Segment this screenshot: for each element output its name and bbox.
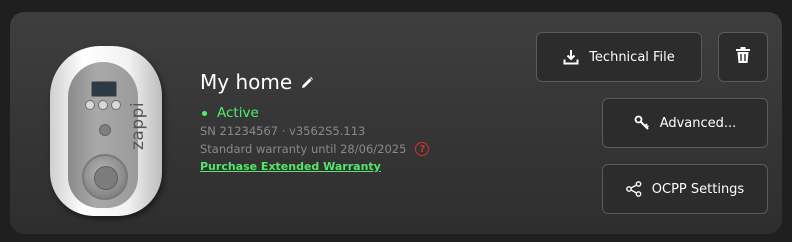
charger-buttons: [85, 100, 121, 112]
delete-button[interactable]: [718, 32, 768, 82]
status-dot: [202, 110, 207, 116]
warranty-row: Standard warranty until 28/06/2025 ?: [200, 142, 430, 156]
advanced-button[interactable]: Advanced...: [602, 98, 768, 148]
device-name: My home: [200, 70, 293, 94]
key-icon: [634, 115, 650, 131]
device-title-row: My home: [200, 70, 314, 94]
pencil-icon[interactable]: [300, 75, 314, 89]
share-nodes-icon: [625, 181, 642, 197]
download-icon: [563, 49, 579, 65]
charger-button: [111, 100, 121, 110]
status-text: Active: [217, 105, 259, 121]
purchase-warranty-link[interactable]: Purchase Extended Warranty: [200, 160, 381, 173]
charger-brand-logo: zappi: [128, 101, 148, 150]
ocpp-settings-label: OCPP Settings: [651, 181, 745, 197]
technical-file-label: Technical File: [589, 49, 675, 65]
charger-button: [85, 100, 95, 110]
charger-display: [91, 81, 117, 97]
charger-image: zappi: [50, 46, 168, 218]
status-indicator: Active: [200, 105, 259, 121]
ocpp-settings-button[interactable]: OCPP Settings: [602, 164, 768, 214]
serial-version: SN 21234567 · v3562S5.113: [200, 124, 366, 138]
charger-indicator: [99, 124, 111, 136]
charger-socket: [82, 154, 128, 200]
advanced-label: Advanced...: [659, 115, 737, 131]
charger-socket-inner: [94, 166, 118, 190]
charger-button: [98, 100, 108, 110]
trash-icon: [736, 47, 750, 67]
device-card: zappi My home Active SN 21234567 · v3562…: [10, 12, 782, 234]
technical-file-button[interactable]: Technical File: [536, 32, 702, 82]
warranty-text: Standard warranty until 28/06/2025: [200, 142, 407, 156]
help-icon[interactable]: ?: [415, 142, 430, 156]
